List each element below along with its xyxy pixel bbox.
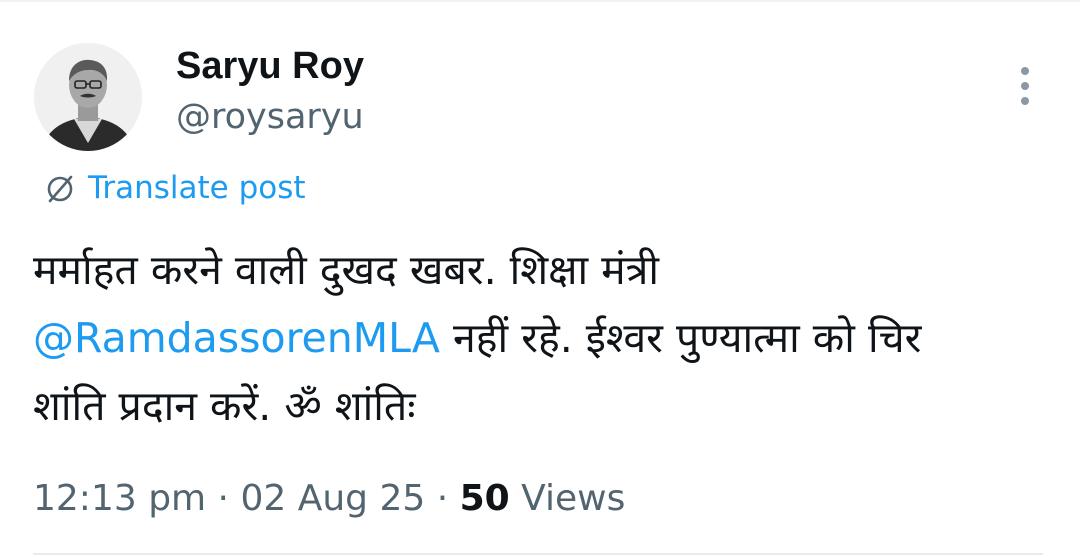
avatar-photo (34, 43, 142, 151)
post-text: मर्माहत करने वाली दुखद खबर. शिक्षा मंत्र… (33, 236, 1053, 440)
more-vertical-icon (1021, 67, 1029, 75)
post-text-line: मर्माहत करने वाली दुखद खबर. शिक्षा मंत्र… (33, 246, 659, 294)
post-time[interactable]: 12:13 pm (33, 478, 206, 519)
post-text-segment: नहीं रहे. ईश्वर पुण्यात्मा को चिर (439, 314, 922, 362)
post-date[interactable]: 02 Aug 25 (240, 478, 425, 519)
avatar[interactable] (34, 43, 142, 151)
author-handle[interactable]: @roysaryu (176, 95, 364, 139)
post-metadata: 12:13 pm · 02 Aug 25 · 50 Views (33, 476, 625, 522)
mention-link[interactable]: @RamdassorenMLA (33, 314, 440, 362)
more-options-button[interactable] (1008, 62, 1042, 110)
author-display-name[interactable]: Saryu Roy (176, 42, 364, 90)
post-text-line: शांति प्रदान करें. ॐ शांतिः (33, 382, 416, 430)
views-count[interactable]: 50 (460, 478, 510, 519)
meta-separator: · (206, 478, 241, 519)
translate-post-label: Translate post (88, 170, 306, 206)
globe-slash-icon (47, 175, 73, 203)
more-vertical-icon-dot (1021, 97, 1029, 105)
bottom-divider (33, 553, 1043, 555)
views-label: Views (509, 478, 626, 519)
top-divider (0, 0, 1080, 2)
translate-post-button[interactable]: Translate post (44, 168, 306, 208)
more-vertical-icon-dot (1021, 82, 1029, 90)
meta-separator: · (425, 478, 460, 519)
post-text-line: @RamdassorenMLA नहीं रहे. ईश्वर पुण्यात्… (33, 304, 1053, 372)
